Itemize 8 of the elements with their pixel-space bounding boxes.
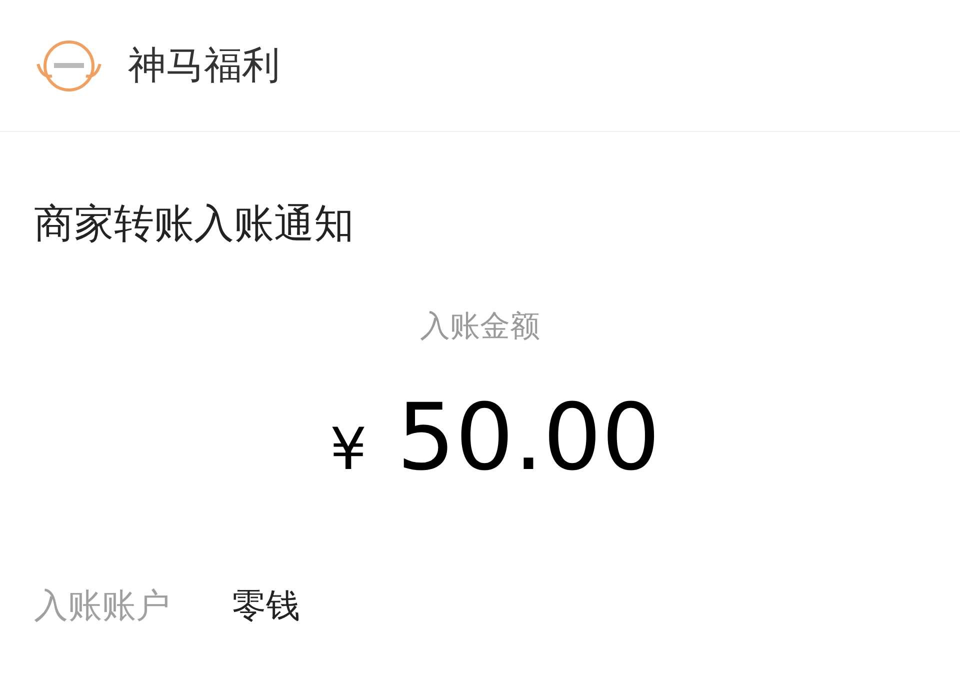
currency-symbol: ¥ [330, 414, 367, 485]
detail-label: 入账账户 [34, 585, 170, 628]
amount: 50.00 [396, 383, 660, 493]
amount-label: 入账金额 [420, 308, 540, 346]
detail-value: 零钱 [232, 585, 300, 628]
logo-icon [34, 38, 104, 94]
account-name: 神马福利 [128, 42, 280, 89]
notice-title: 商家转账入账通知 [34, 200, 354, 249]
